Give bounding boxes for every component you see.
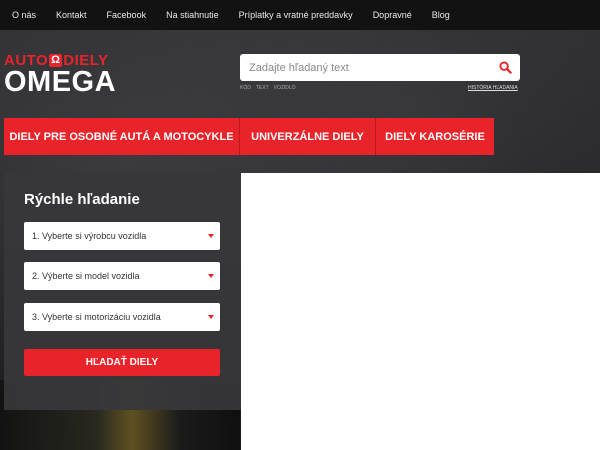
search-bar [240,54,520,81]
category-body-parts[interactable]: DIELY KAROSÉRIE [376,118,494,155]
search-parts-button[interactable]: HĽADAŤ DIELY [24,349,220,376]
category-universal-parts[interactable]: UNIVERZÁLNE DIELY [240,118,376,155]
vehicle-engine-select[interactable]: 3. Vyberte si motorizáciu vozidla [24,303,220,331]
search-icon[interactable] [499,61,512,74]
topnav-link-surcharges[interactable]: Príplatky a vratné preddavky [229,10,363,20]
topnav-link-about[interactable]: O nás [0,10,46,20]
search-input[interactable] [249,61,489,74]
select-label: 2. Výberte si model vozidla [32,271,140,281]
chevron-down-icon [208,234,214,238]
topnav-link-contact[interactable]: Kontakt [46,10,97,20]
select-label: 1. Vyberte si výrobcu vozidla [32,231,147,241]
category-car-moto-parts[interactable]: DIELY PRE OSOBNÉ AUTÁ A MOTOCYKLE [4,118,240,155]
topnav-link-facebook[interactable]: Facebook [97,10,157,20]
search-mode-options: KÓD TEXT VOZIDLO [240,85,296,91]
top-navigation: O nás Kontakt Facebook Na stiahnutie Prí… [0,0,600,30]
search-mode-code[interactable]: KÓD [240,85,251,91]
category-navigation: DIELY PRE OSOBNÉ AUTÁ A MOTOCYKLE UNIVER… [4,118,494,155]
logo-text-omega: OMEGA [4,66,117,98]
content-panel [241,173,600,450]
topnav-link-downloads[interactable]: Na stiahnutie [156,10,229,20]
omega-icon: Ω [49,53,63,67]
search-history-link[interactable]: HISTÓRIA HĽADANIA [468,85,518,91]
site-logo[interactable]: AUTO Ω DIELY OMEGA [4,52,130,98]
quick-search-panel: Rýchle hľadanie 1. Vyberte si výrobcu vo… [4,173,241,410]
chevron-down-icon [208,315,214,319]
select-label: 3. Vyberte si motorizáciu vozidla [32,312,161,322]
topnav-link-blog[interactable]: Blog [422,10,460,20]
topnav-link-shipping[interactable]: Dopravné [363,10,422,20]
quick-search-title: Rýchle hľadanie [24,191,140,208]
search-mode-text[interactable]: TEXT [256,85,269,91]
vehicle-manufacturer-select[interactable]: 1. Vyberte si výrobcu vozidla [24,222,220,250]
chevron-down-icon [208,274,214,278]
vehicle-model-select[interactable]: 2. Výberte si model vozidla [24,262,220,290]
search-mode-vehicle[interactable]: VOZIDLO [274,85,296,91]
